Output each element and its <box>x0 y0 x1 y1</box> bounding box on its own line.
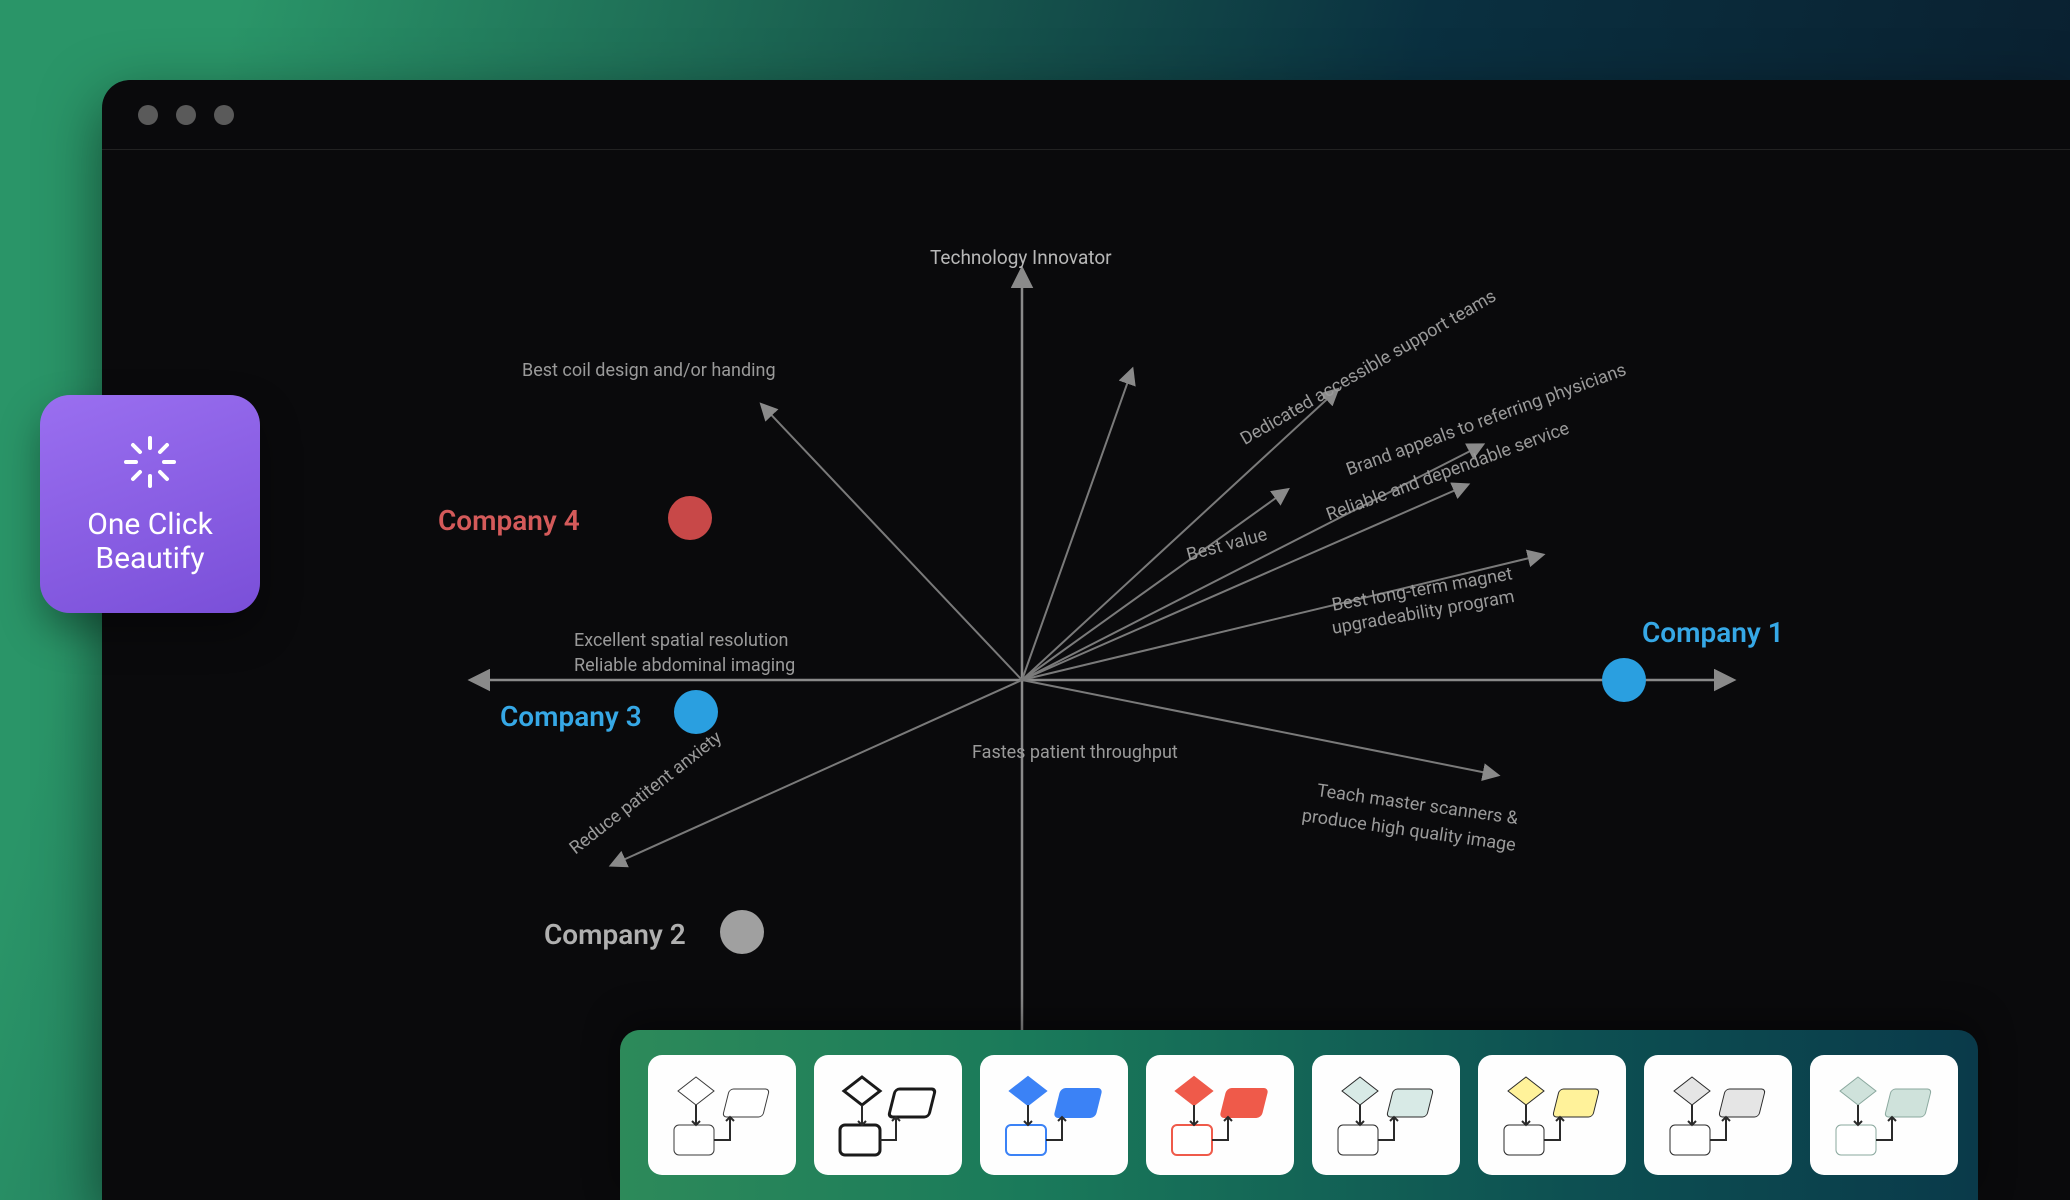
style-tray <box>620 1030 1978 1200</box>
attr-coil: Best coil design and/or handing <box>522 360 776 381</box>
style-tile-yellow-outline[interactable] <box>1478 1055 1626 1175</box>
style-tile-gray-outline[interactable] <box>1644 1055 1792 1175</box>
axis-label-top: Technology Innovator <box>930 246 1112 269</box>
style-tile-outline-thin[interactable] <box>648 1055 796 1175</box>
company-3-dot[interactable] <box>674 690 718 734</box>
sparkle-wand-icon <box>120 432 180 492</box>
style-tile-red-fill[interactable] <box>1146 1055 1294 1175</box>
traffic-light-max[interactable] <box>214 105 234 125</box>
company-2-label[interactable]: Company 2 <box>544 918 686 951</box>
traffic-light-close[interactable] <box>138 105 158 125</box>
company-1-dot[interactable] <box>1602 658 1646 702</box>
attr-res-2: Reliable abdominal imaging <box>574 653 795 678</box>
beautify-label: One ClickBeautify <box>87 508 213 577</box>
company-3-label[interactable]: Company 3 <box>500 700 642 733</box>
company-1-label[interactable]: Company 1 <box>1642 616 1784 649</box>
style-tile-mint-outline[interactable] <box>1312 1055 1460 1175</box>
traffic-light-min[interactable] <box>176 105 196 125</box>
company-4-label[interactable]: Company 4 <box>438 504 580 537</box>
company-2-dot[interactable] <box>720 910 764 954</box>
style-tile-blue-fill[interactable] <box>980 1055 1128 1175</box>
one-click-beautify-card[interactable]: One ClickBeautify <box>40 395 260 613</box>
window-titlebar <box>102 80 2070 150</box>
style-tile-outline-bold[interactable] <box>814 1055 962 1175</box>
attr-resolution-block: Excellent spatial resolution Reliable ab… <box>574 628 795 678</box>
attr-res-1: Excellent spatial resolution <box>574 628 795 653</box>
attr-fast: Fastes patient throughput <box>972 742 1178 763</box>
company-4-dot[interactable] <box>668 496 712 540</box>
style-tile-teal-outline[interactable] <box>1810 1055 1958 1175</box>
